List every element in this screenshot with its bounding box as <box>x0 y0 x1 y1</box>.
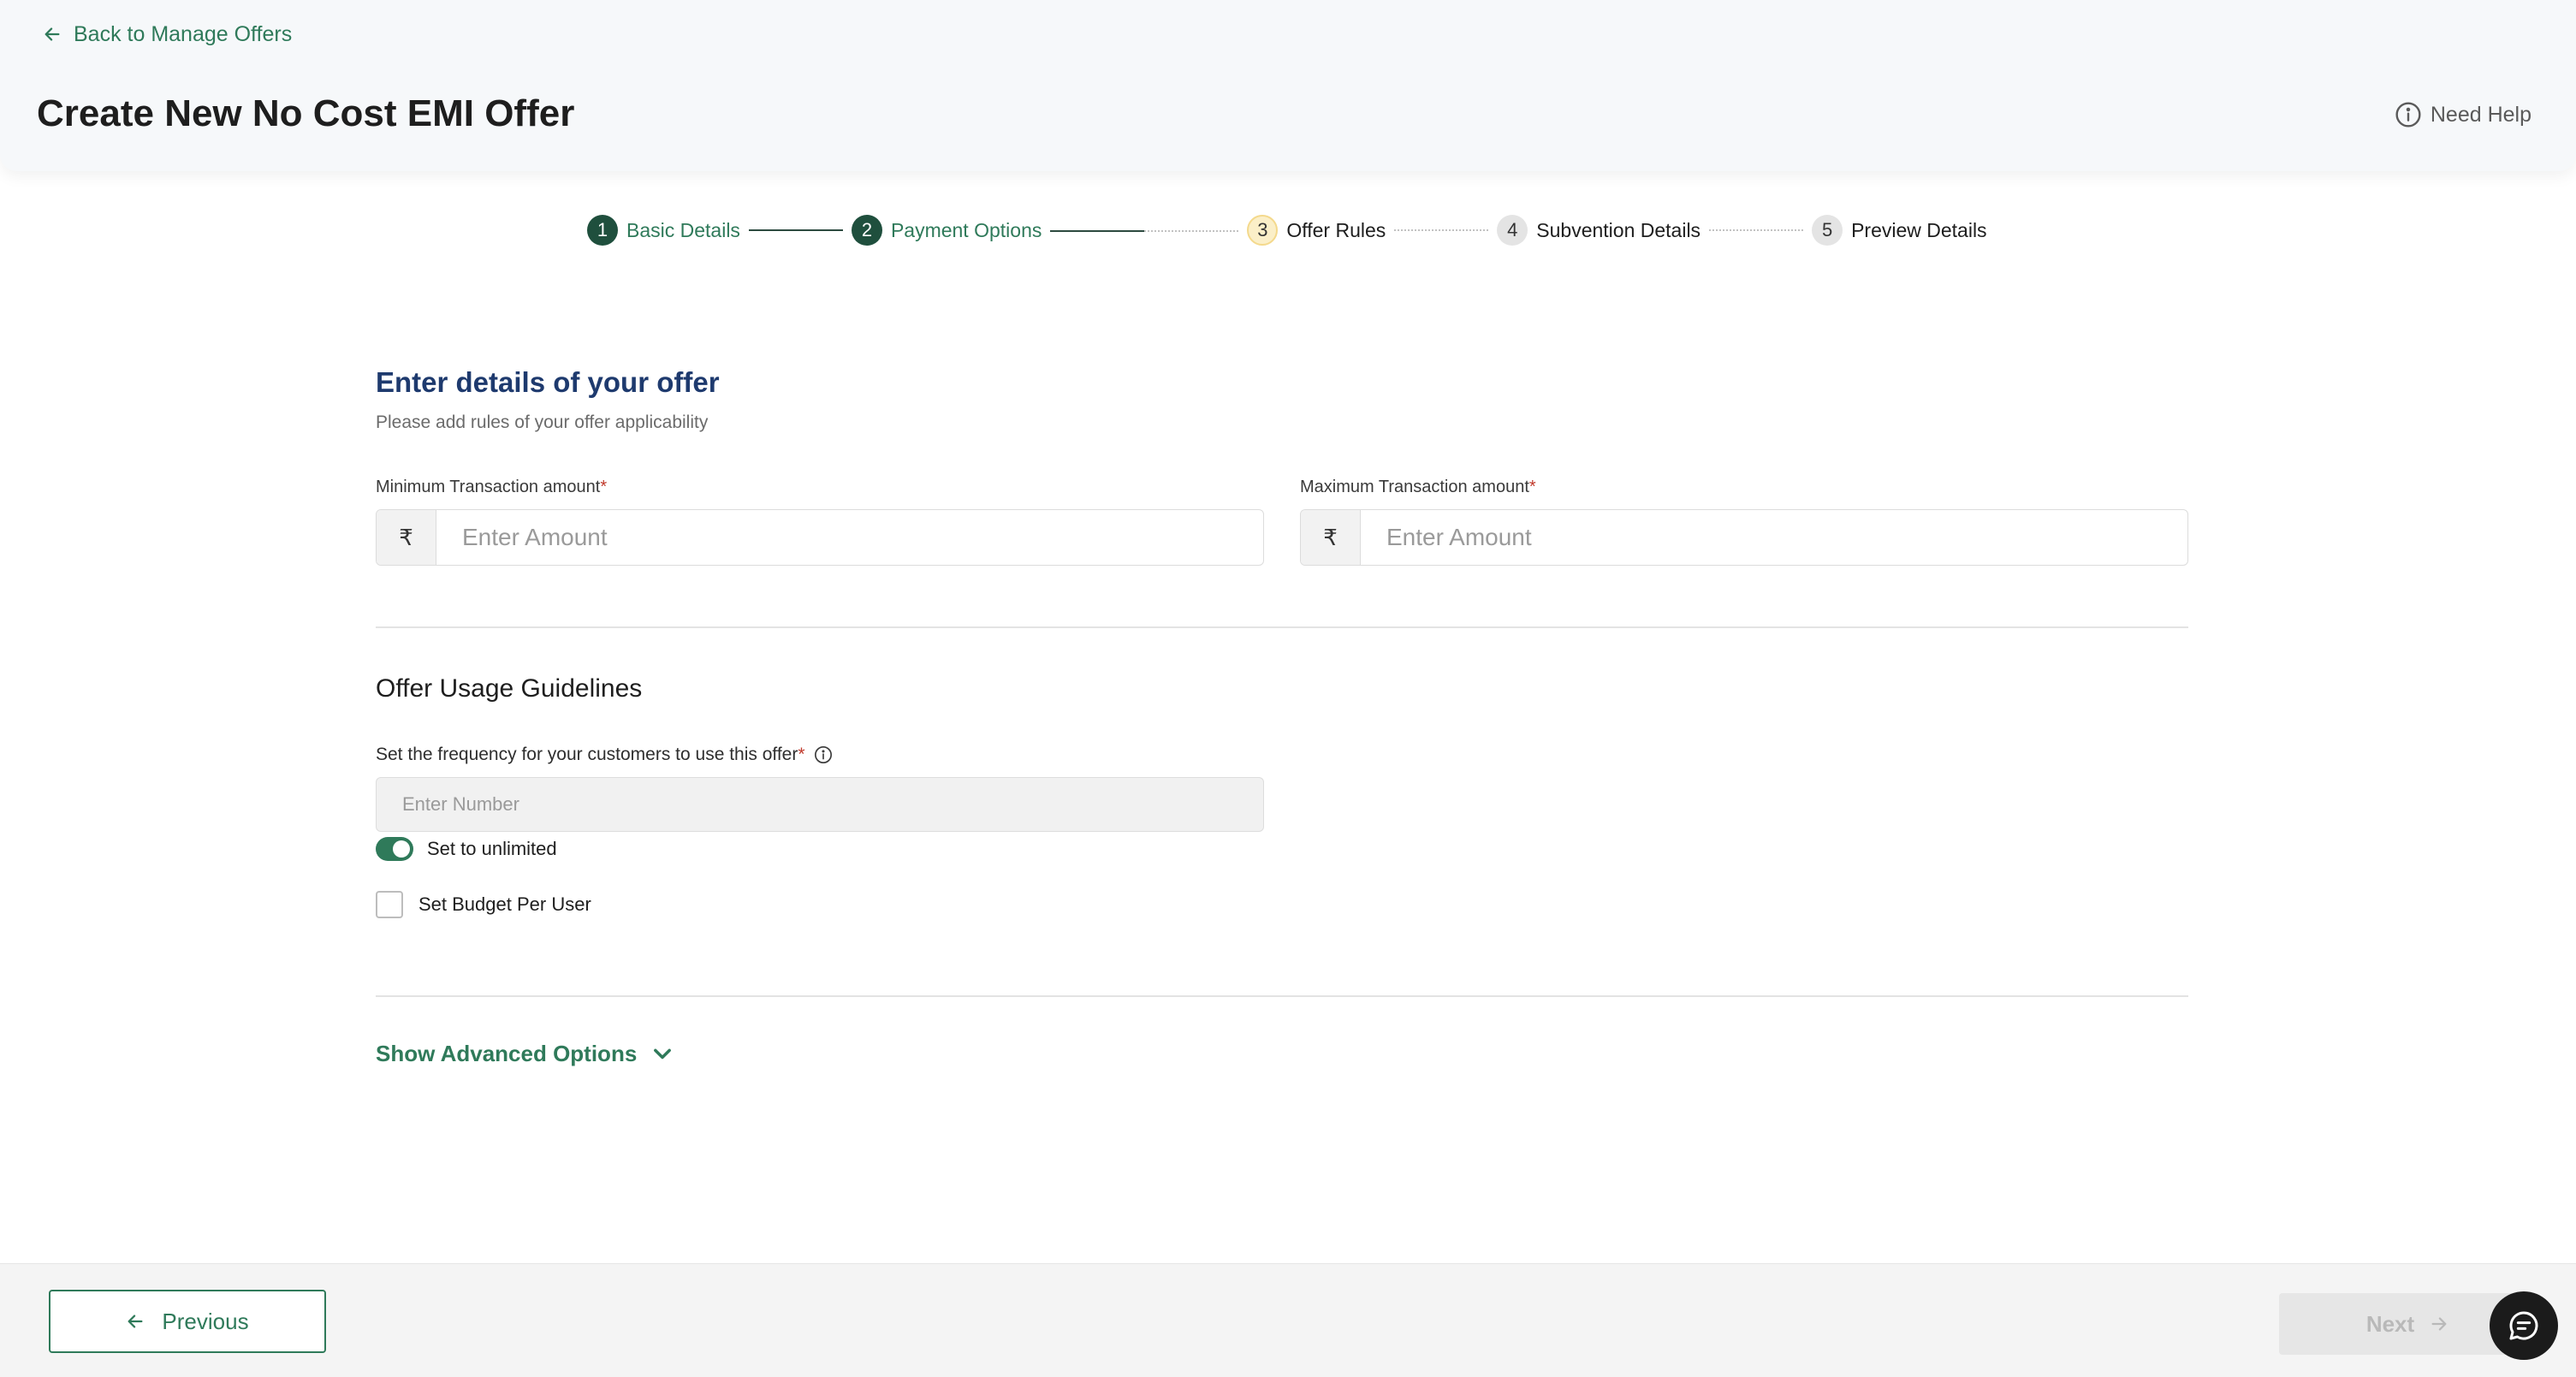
unlimited-toggle[interactable] <box>376 837 413 861</box>
step-number: 2 <box>851 215 882 246</box>
step-offer-rules[interactable]: 3 Offer Rules <box>1247 215 1386 246</box>
budget-checkbox-row: Set Budget Per User <box>376 891 591 918</box>
toggle-knob <box>393 840 410 858</box>
next-label: Next <box>2365 1310 2415 1337</box>
step-label: Payment Options <box>890 218 1042 241</box>
required-mark: * <box>1528 478 1536 496</box>
step-label: Subvention Details <box>1536 218 1701 241</box>
max-amount-label-text: Maximum Transaction amount <box>1300 478 1529 496</box>
step-connector <box>1394 229 1489 231</box>
info-icon[interactable] <box>814 745 833 764</box>
advanced-options-label: Show Advanced Options <box>376 1041 638 1066</box>
footer-bar: Previous Next <box>0 1263 2576 1377</box>
arrow-left-icon <box>45 27 60 41</box>
step-number: 4 <box>1497 215 1528 246</box>
need-help-button[interactable]: Need Help <box>2395 101 2531 128</box>
page: Back to Manage Offers Create New No Cost… <box>0 0 2576 1377</box>
section-divider <box>376 995 2188 997</box>
frequency-label-text: Set the frequency for your customers to … <box>376 745 798 764</box>
required-mark: * <box>798 745 805 764</box>
page-header: Back to Manage Offers Create New No Cost… <box>0 0 2576 171</box>
min-amount-input[interactable] <box>436 510 1263 565</box>
max-amount-input[interactable] <box>1361 510 2187 565</box>
back-to-manage-offers-link[interactable]: Back to Manage Offers <box>43 19 292 50</box>
section-title: Enter details of your offer <box>376 366 720 398</box>
step-number: 3 <box>1247 215 1279 246</box>
usage-guidelines-title: Offer Usage Guidelines <box>376 674 643 703</box>
budget-per-user-label: Set Budget Per User <box>418 893 591 915</box>
step-subvention-details[interactable]: 4 Subvention Details <box>1497 215 1701 246</box>
progress-stepper: 1 Basic Details 2 Payment Options 3 Offe… <box>587 214 1987 246</box>
unlimited-toggle-row: Set to unlimited <box>376 837 557 861</box>
arrow-left-icon <box>128 1315 143 1328</box>
unlimited-label: Set to unlimited <box>427 838 557 859</box>
step-basic-details[interactable]: 1 Basic Details <box>587 215 740 246</box>
step-label: Offer Rules <box>1286 218 1386 241</box>
chat-icon <box>2509 1311 2538 1340</box>
rupee-icon: ₹ <box>377 510 436 565</box>
required-mark: * <box>600 478 608 496</box>
need-help-label: Need Help <box>2430 102 2531 127</box>
min-amount-label-text: Minimum Transaction amount <box>376 478 601 496</box>
rupee-icon: ₹ <box>1301 510 1361 565</box>
step-number: 1 <box>587 215 618 246</box>
step-label: Basic Details <box>626 218 740 241</box>
step-label: Preview Details <box>1851 218 1987 241</box>
step-connector <box>1709 229 1804 231</box>
info-icon <box>2395 102 2421 128</box>
frequency-label: Set the frequency for your customers to … <box>376 745 833 765</box>
max-amount-field: ₹ <box>1300 509 2188 566</box>
step-payment-options[interactable]: 2 Payment Options <box>851 215 1042 246</box>
chat-support-button[interactable] <box>2490 1291 2558 1360</box>
previous-button[interactable]: Previous <box>49 1290 326 1353</box>
page-title: Create New No Cost EMI Offer <box>37 92 575 134</box>
step-preview-details[interactable]: 5 Preview Details <box>1812 215 1987 246</box>
arrow-right-icon <box>2431 1317 2447 1331</box>
step-number: 5 <box>1812 215 1843 246</box>
budget-per-user-checkbox[interactable] <box>376 891 403 918</box>
show-advanced-options-toggle[interactable]: Show Advanced Options <box>376 1041 674 1067</box>
section-divider <box>376 626 2188 628</box>
frequency-input[interactable] <box>376 777 1264 832</box>
chevron-down-icon <box>654 1048 672 1059</box>
previous-label: Previous <box>162 1308 249 1334</box>
back-link-label: Back to Manage Offers <box>74 21 293 46</box>
step-connector <box>748 229 843 231</box>
max-amount-label: Maximum Transaction amount* <box>1300 478 1536 497</box>
min-amount-field: ₹ <box>376 509 1264 566</box>
min-amount-label: Minimum Transaction amount* <box>376 478 607 497</box>
section-subtitle: Please add rules of your offer applicabi… <box>376 413 709 432</box>
